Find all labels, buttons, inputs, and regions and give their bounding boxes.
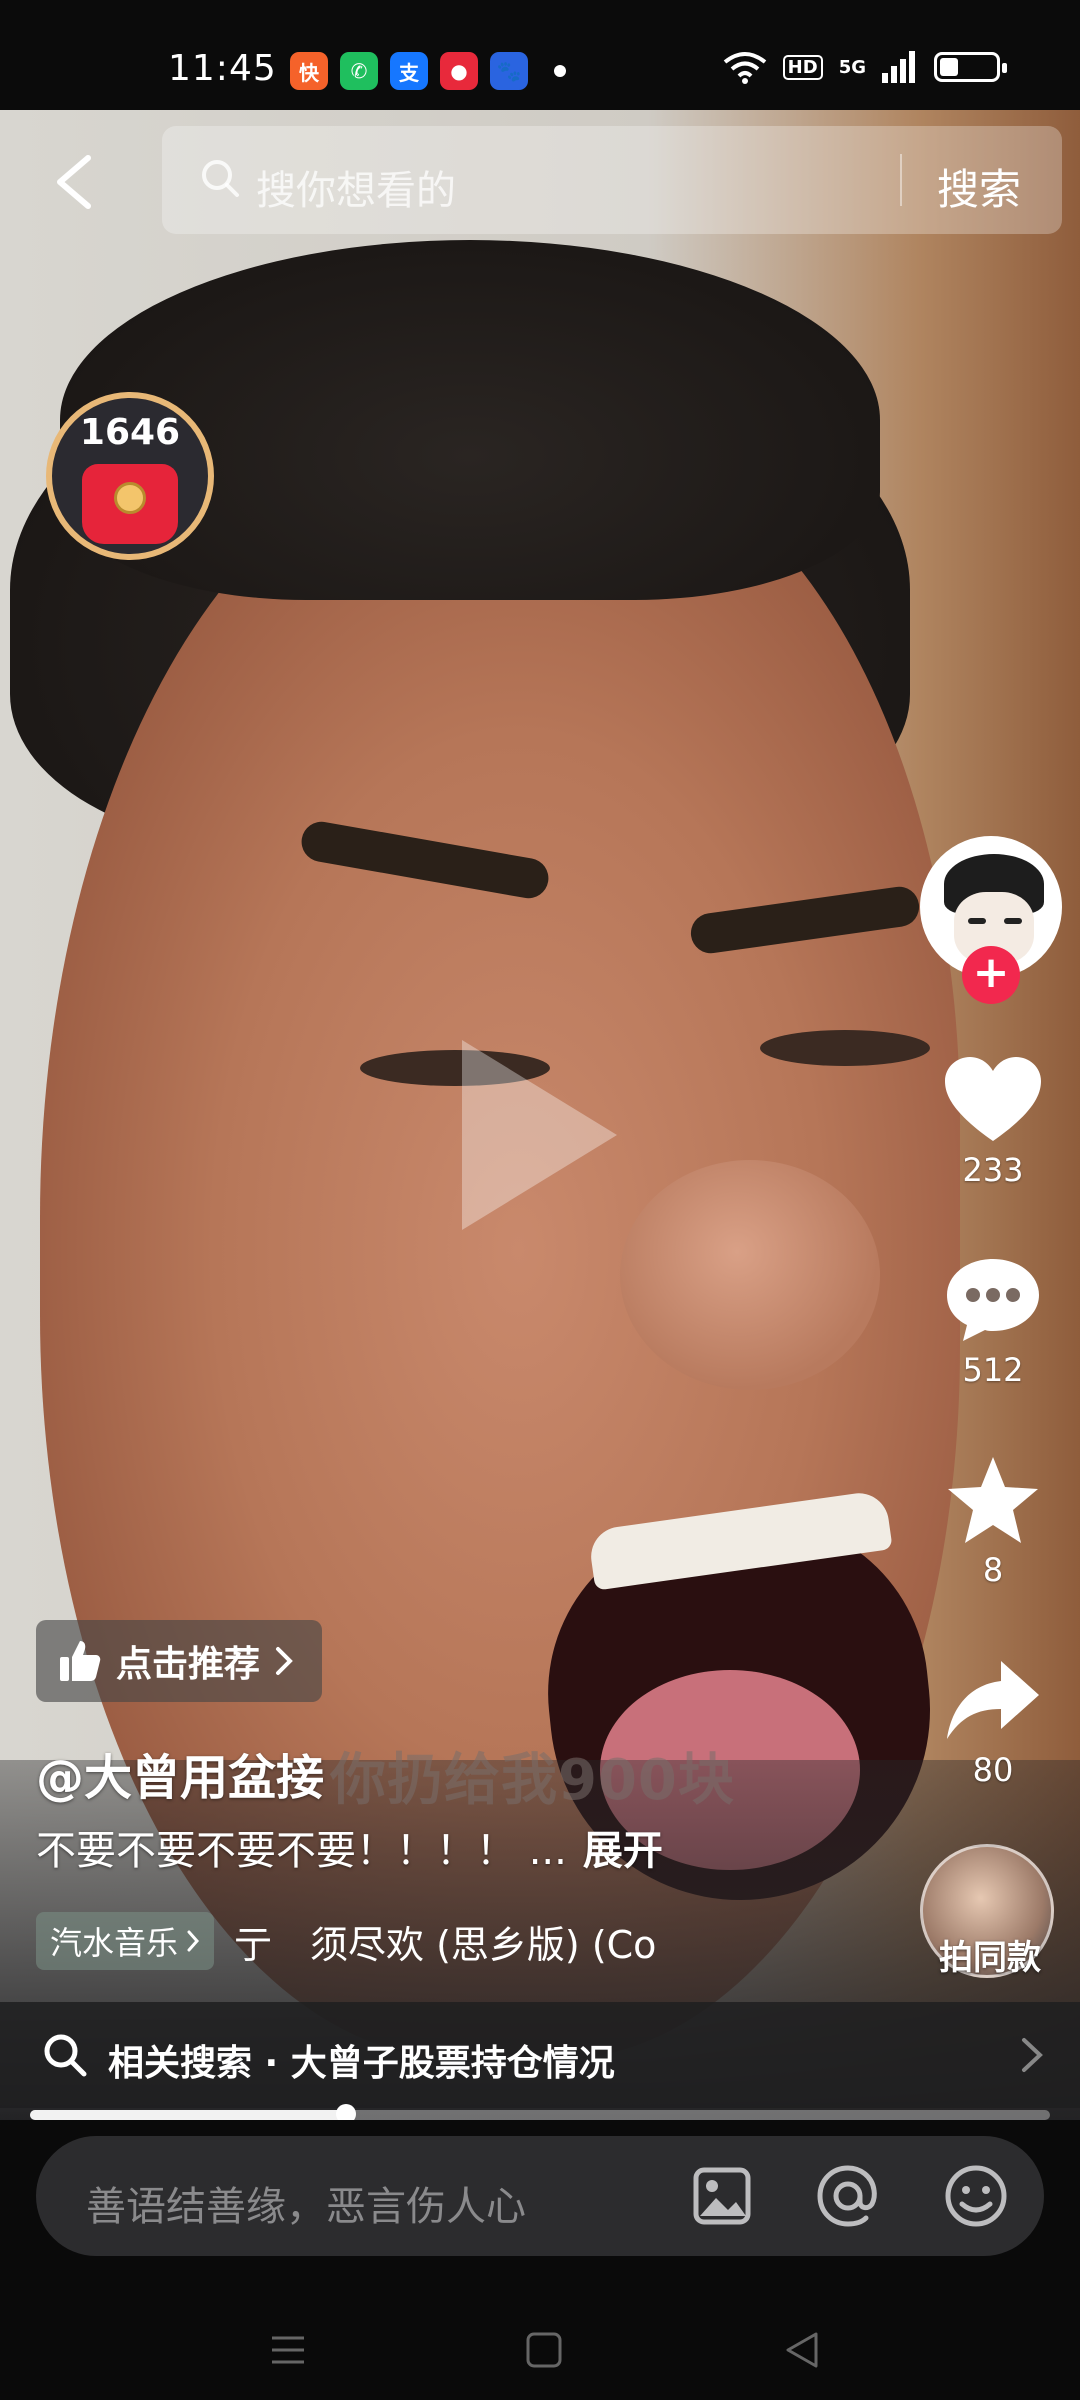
video-subtitle: 你扔给我900块 [330,1748,735,1813]
red-packet-widget[interactable]: 1646 [46,392,214,560]
network-type: 5G [838,56,866,78]
author-name[interactable]: @大曾用盆接 [36,1738,324,1808]
favorite-count: 8 [982,1551,1004,1589]
music-row[interactable]: 汽水音乐 亍 须尽欢 (思乡版) (Co [36,1912,676,1970]
video-progress-fill [30,2110,347,2120]
recommend-button[interactable]: 点击推荐 [36,1620,323,1702]
back-arrow-icon[interactable] [50,154,100,210]
status-app-icons: 快 ✆ 支 ● 🐾 [290,52,566,90]
notification-dot-icon [554,65,566,77]
alipay-icon: 支 [390,52,428,90]
phone-icon: ✆ [340,52,378,90]
favorite-button[interactable]: 8 [918,1455,1068,1589]
chevron-right-icon [276,1647,293,1675]
search-placeholder: 搜你想看的 [256,168,456,214]
music-name: 亍 须尽欢 (思乡版) (Co [234,1922,657,1967]
related-search-bar[interactable]: 相关搜索 · 大曾子股票持仓情况 [0,2002,1080,2108]
hd-badge: HD [782,54,823,80]
status-time: 11:45 [168,48,277,89]
recommend-label: 点击推荐 [116,1644,261,1685]
thumbs-up-icon [60,1641,101,1681]
music-tag[interactable]: 汽水音乐 [36,1912,215,1970]
redpacket-app-icon: ● [440,52,478,90]
avatar-eye-left [968,918,986,924]
caption-text: 不要不要不要不要！！！！ ... [36,1828,567,1874]
chevron-right-icon [1022,2038,1043,2072]
search-button[interactable]: 搜索 [937,156,1021,217]
play-icon[interactable] [462,1040,617,1230]
search-input[interactable]: 搜你想看的 搜索 [162,126,1062,234]
back-triangle-icon[interactable] [782,2330,822,2370]
gold-coin-icon [114,482,146,514]
chevron-right-icon [187,1930,200,1952]
wifi-icon [723,52,766,84]
battery-icon [934,52,1007,82]
status-bar: 11:45 快 ✆ 支 ● 🐾 HD 5G [0,0,1080,110]
share-button[interactable]: 80 [918,1655,1068,1789]
baidu-icon: 🐾 [490,52,528,90]
share-count: 80 [972,1751,1014,1789]
emoji-icon[interactable] [940,2160,1012,2232]
like-button[interactable]: 233 [918,1055,1068,1189]
at-mention-icon[interactable] [812,2160,884,2232]
home-icon[interactable] [524,2330,564,2370]
image-icon[interactable] [686,2160,758,2232]
menu-icon[interactable] [268,2330,308,2370]
comment-count: 512 [962,1351,1024,1389]
video-progress-bar[interactable] [30,2104,1050,2124]
comment-button[interactable]: 512 [918,1255,1068,1389]
video-frame-nose [620,1160,880,1390]
avatar-eye-right [1004,918,1022,924]
search-icon [202,160,239,197]
share-arrow-icon [947,1661,1039,1739]
search-icon [44,2034,87,2077]
caption-expand-link[interactable]: 展开 [583,1828,663,1874]
comment-input[interactable]: 善语结善缘，恶言伤人心 [36,2136,1044,2256]
star-icon [948,1457,1038,1543]
heart-icon [945,1057,1041,1141]
bottom-area: 善语结善缘，恶言伤人心 [0,2120,1080,2400]
status-indicators: HD 5G [723,50,1007,84]
comment-placeholder: 善语结善缘，恶言伤人心 [86,2184,526,2230]
kuaishou-icon: 快 [290,52,328,90]
top-bar: 搜你想看的 搜索 [0,126,1080,236]
system-nav-bar [0,2300,1080,2400]
video-caption: 不要不要不要不要！！！！ ... 展开 [36,1818,663,1876]
comment-bubble-icon [947,1259,1039,1341]
music-tag-label: 汽水音乐 [50,1924,179,1962]
search-divider [900,154,902,206]
signal-icon [882,51,915,83]
video-frame-eye-right [760,1030,930,1066]
related-search-text: 相关搜索 · 大曾子股票持仓情况 [108,2043,615,2084]
same-style-label[interactable]: 拍同款 [905,1930,1075,1979]
like-count: 233 [962,1151,1024,1189]
red-packet-count: 1646 [79,412,181,453]
follow-plus-button[interactable]: + [962,946,1020,1004]
